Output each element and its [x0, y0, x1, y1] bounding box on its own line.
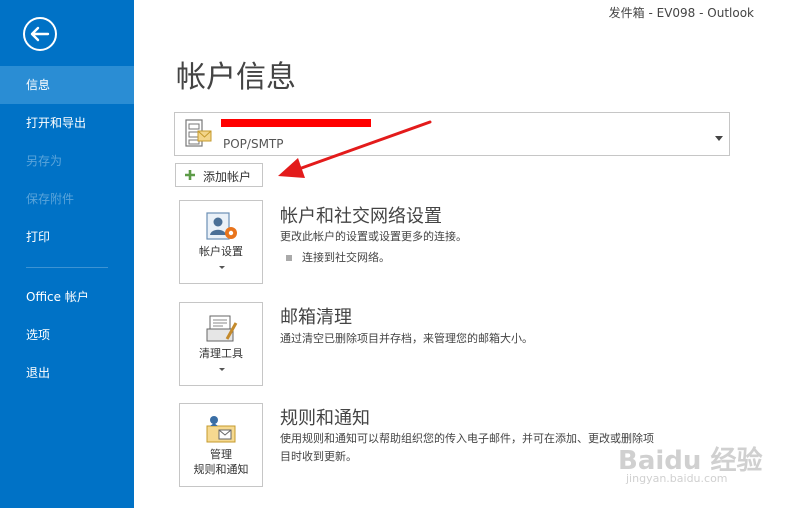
page-title: 帐户信息: [176, 60, 296, 95]
sidebar-item-exit[interactable]: 退出: [0, 354, 134, 392]
sidebar-item-save-as: 另存为: [26, 154, 63, 168]
account-settings-title: 帐户和社交网络设置: [280, 206, 442, 227]
sidebar-item-open-export[interactable]: 打开和导出: [0, 104, 134, 142]
window-title: 发件箱 - EV098 - Outlook: [608, 6, 754, 20]
account-selector[interactable]: POP/SMTP: [174, 112, 730, 156]
sidebar-divider: [26, 267, 108, 268]
sidebar-item-options[interactable]: 选项: [0, 316, 134, 354]
manage-rules-tile-label-1: 管理: [210, 448, 232, 461]
account-settings-icon: [205, 211, 239, 246]
cleanup-tools-tile[interactable]: 清理工具: [179, 302, 263, 386]
rules-alerts-icon: [205, 414, 239, 449]
sidebar-item-office-account[interactable]: Office 帐户: [0, 278, 134, 316]
social-network-bullet: 连接到社交网络。: [286, 249, 390, 265]
manage-rules-tile[interactable]: 管理 规则和通知: [179, 403, 263, 487]
social-network-text: 连接到社交网络。: [302, 251, 390, 264]
chevron-down-icon[interactable]: [715, 127, 723, 146]
mailbox-cleanup-title: 邮箱清理: [280, 307, 352, 328]
add-account-label: 添加帐户: [203, 170, 252, 184]
sidebar-item-save-attachments: 保存附件: [26, 192, 75, 206]
sidebar-item-info[interactable]: 信息: [0, 66, 134, 104]
caret-down-icon: [219, 368, 225, 371]
back-arrow-icon[interactable]: [22, 16, 58, 52]
watermark-url: jingyan.baidu.com: [626, 472, 728, 485]
account-settings-description: 更改此帐户的设置或设置更多的连接。: [280, 230, 467, 243]
sidebar-item-print[interactable]: 打印: [0, 218, 134, 256]
account-settings-tile-label: 帐户设置: [199, 245, 243, 258]
email-account-icon: [185, 119, 213, 153]
plus-icon: [184, 169, 196, 184]
bullet-icon: [286, 255, 292, 261]
cleanup-tools-icon: [205, 313, 239, 348]
account-settings-tile[interactable]: 帐户设置: [179, 200, 263, 284]
add-account-button[interactable]: 添加帐户: [175, 163, 263, 187]
caret-down-icon: [219, 266, 225, 269]
backstage-sidebar: 信息 打开和导出 另存为 保存附件 打印 Office 帐户 选项 退出: [0, 0, 134, 508]
rules-alerts-title: 规则和通知: [280, 408, 370, 429]
manage-rules-tile-label-2: 规则和通知: [193, 463, 249, 476]
annotation-arrow: [278, 120, 432, 178]
cleanup-tools-tile-label: 清理工具: [199, 347, 243, 360]
mailbox-cleanup-description: 通过清空已删除项目并存档，来管理您的邮箱大小。: [280, 332, 533, 345]
